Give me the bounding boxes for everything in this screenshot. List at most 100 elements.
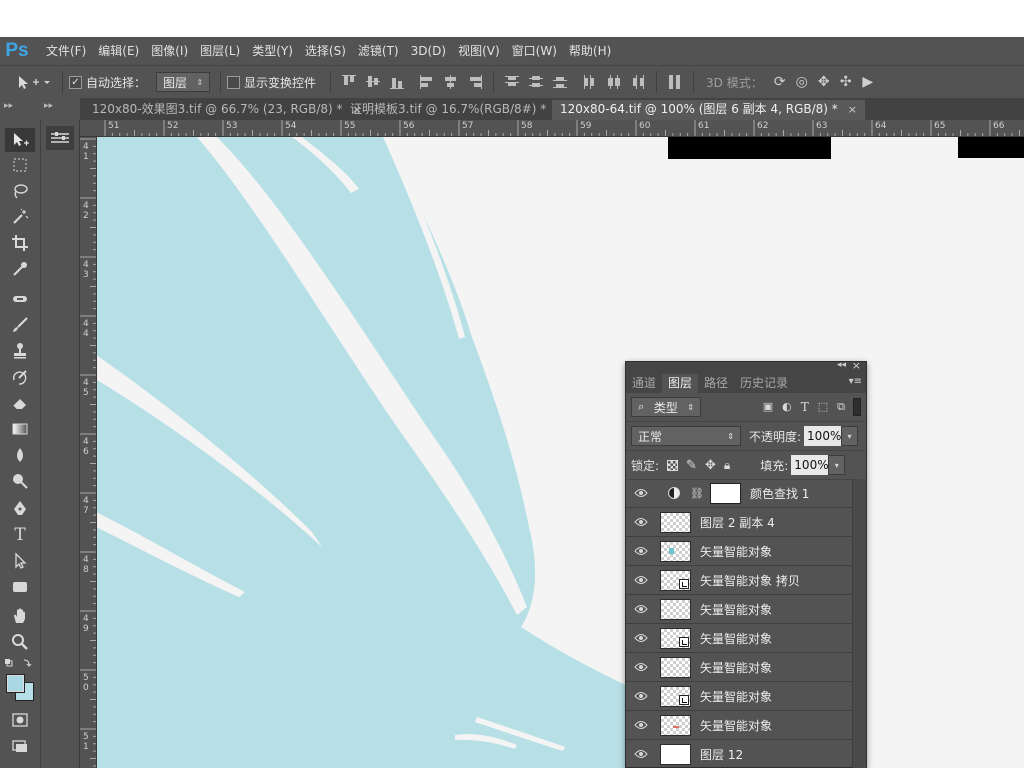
distribute-vcenter-icon[interactable] [528, 74, 544, 90]
layer-row[interactable]: 图层 12 [626, 740, 852, 768]
show-transform-checkbox[interactable] [227, 75, 241, 89]
layer-row[interactable]: 图层 2 副本 4 [626, 508, 852, 537]
filter-adjustment-icon[interactable]: ◐ [782, 400, 792, 414]
distribute-hcenter-icon[interactable] [606, 74, 622, 90]
eye-icon[interactable] [626, 691, 656, 701]
align-vcenter-icon[interactable] [365, 74, 381, 90]
filter-shape-icon[interactable]: ⬚ [818, 400, 828, 414]
eye-icon[interactable] [626, 517, 656, 527]
layer-row[interactable]: 矢量智能对象 [626, 682, 852, 711]
3d-slide-icon[interactable]: ✣ [835, 74, 857, 90]
blur-tool-icon[interactable] [5, 443, 35, 467]
tab-layers[interactable]: 图层 [662, 374, 699, 393]
layer-row[interactable]: 矢量智能对象 [626, 653, 852, 682]
filter-toggle-switch[interactable] [853, 398, 861, 416]
lock-all-icon[interactable]: 🔒︎ [724, 458, 730, 473]
healing-brush-tool-icon[interactable] [5, 287, 35, 311]
auto-select-target-dropdown[interactable]: 图层 ⇕ [156, 72, 211, 92]
eye-icon[interactable] [626, 575, 656, 585]
collapse-left-icon[interactable]: ▸▸ [4, 101, 13, 111]
eye-icon[interactable] [626, 604, 656, 614]
screen-mode-icon[interactable] [5, 734, 35, 758]
path-selection-tool-icon[interactable] [5, 549, 35, 573]
fill-field[interactable]: 100% ▾ [791, 455, 846, 475]
menu-3d[interactable]: 3D(D) [405, 37, 452, 65]
layer-mask-thumbnail[interactable] [709, 482, 741, 504]
brush-tool-icon[interactable] [5, 313, 35, 337]
3d-pan-icon[interactable]: ✥ [813, 74, 835, 90]
distribute-top-icon[interactable] [504, 74, 520, 90]
eye-icon[interactable] [626, 633, 656, 643]
tab-paths[interactable]: 路径 [698, 374, 734, 393]
layer-row[interactable]: 矢量智能对象 [626, 595, 852, 624]
quick-mask-icon[interactable] [5, 708, 35, 732]
eraser-tool-icon[interactable] [5, 391, 35, 415]
foreground-color-swatch[interactable] [6, 674, 25, 693]
distribute-left-icon[interactable] [582, 74, 598, 90]
clone-stamp-tool-icon[interactable] [5, 339, 35, 363]
3d-camera-icon[interactable]: ▶ [857, 74, 879, 90]
opacity-field[interactable]: 100% ▾ [804, 426, 859, 446]
auto-select-checkbox[interactable]: ✓ [69, 75, 82, 89]
3d-rotate-icon[interactable]: ⟳ [769, 74, 791, 90]
align-hcenter-icon[interactable] [443, 74, 459, 90]
zoom-tool-icon[interactable] [5, 630, 35, 654]
lasso-tool-icon[interactable] [5, 179, 35, 203]
type-tool-icon[interactable]: T [5, 523, 35, 547]
menu-file[interactable]: 文件(F) [40, 37, 92, 65]
layer-thumbnail[interactable] [660, 598, 691, 620]
menu-filter[interactable]: 滤镜(T) [352, 37, 405, 65]
rectangle-tool-icon[interactable] [5, 575, 35, 599]
crop-tool-icon[interactable] [5, 231, 35, 255]
menu-view[interactable]: 视图(V) [452, 37, 506, 65]
align-top-icon[interactable] [341, 74, 357, 90]
layer-thumbnail[interactable] [660, 569, 691, 591]
layer-row[interactable]: 矢量智能对象 [626, 711, 852, 740]
eye-icon[interactable] [626, 662, 656, 672]
layer-thumbnail[interactable] [660, 511, 691, 533]
layer-row[interactable]: 矢量智能对象 [626, 537, 852, 566]
opacity-value[interactable]: 100% [804, 426, 841, 446]
fill-dropdown-icon[interactable]: ▾ [828, 455, 846, 475]
lock-position-icon[interactable]: ✥ [705, 458, 716, 473]
document-tab[interactable]: 120x80-效果图3.tif @ 66.7% (23, RGB/8) * × [84, 100, 370, 120]
distribute-right-icon[interactable] [630, 74, 646, 90]
align-right-icon[interactable] [467, 74, 483, 90]
collapse-panel-icon[interactable]: ◂◂ [837, 360, 846, 370]
horizontal-ruler[interactable]: 51 52 53 54 55 56 57 58 59 60 61 62 63 64 65 66 [80, 120, 1024, 137]
lock-pixels-icon[interactable]: ✎ [686, 458, 697, 473]
close-panel-icon[interactable]: × [852, 359, 861, 372]
document-tab[interactable]: 证明模板3.tif @ 16.7%(RGB/8#) *× [342, 100, 573, 120]
lock-transparency-icon[interactable] [667, 459, 679, 471]
eyedropper-tool-icon[interactable] [5, 257, 35, 281]
layers-scrollbar[interactable] [852, 479, 866, 768]
menu-select[interactable]: 选择(S) [299, 37, 352, 65]
history-brush-tool-icon[interactable] [5, 365, 35, 389]
filter-pixel-icon[interactable]: ▣ [763, 400, 773, 414]
pen-tool-icon[interactable] [5, 497, 35, 521]
blend-mode-dropdown[interactable]: 正常 ⇕ [631, 426, 741, 446]
filter-kind-dropdown[interactable]: ⌕ 类型 ⇕ [631, 397, 701, 417]
tab-history[interactable]: 历史记录 [734, 374, 794, 393]
layer-row-adjustment[interactable]: ⛓ 颜色查找 1 [626, 479, 852, 508]
auto-align-layers-icon[interactable] [667, 74, 683, 90]
3d-roll-icon[interactable]: ◎ [791, 74, 813, 90]
filter-smart-object-icon[interactable]: ⧉ [837, 400, 845, 414]
tab-channels[interactable]: 通道 [626, 374, 662, 393]
align-bottom-icon[interactable] [389, 74, 405, 90]
eye-icon[interactable] [626, 749, 656, 759]
hand-tool-icon[interactable] [5, 604, 35, 628]
move-tool-preset-icon[interactable] [10, 73, 56, 91]
layer-row[interactable]: 矢量智能对象 [626, 624, 852, 653]
swap-colors-icon[interactable] [4, 657, 36, 669]
panel-menu-icon[interactable]: ▾≡ [849, 376, 862, 387]
gradient-tool-icon[interactable] [5, 417, 35, 441]
menu-help[interactable]: 帮助(H) [563, 37, 617, 65]
eye-icon[interactable] [626, 488, 656, 498]
menu-image[interactable]: 图像(I) [145, 37, 194, 65]
layer-thumbnail[interactable] [660, 714, 691, 736]
fill-value[interactable]: 100% [791, 455, 829, 475]
menu-type[interactable]: 类型(Y) [246, 37, 299, 65]
magic-wand-tool-icon[interactable] [5, 205, 35, 229]
document-tab-active[interactable]: 120x80-64.tif @ 100% (图层 6 副本 4, RGB/8) … [552, 100, 865, 120]
